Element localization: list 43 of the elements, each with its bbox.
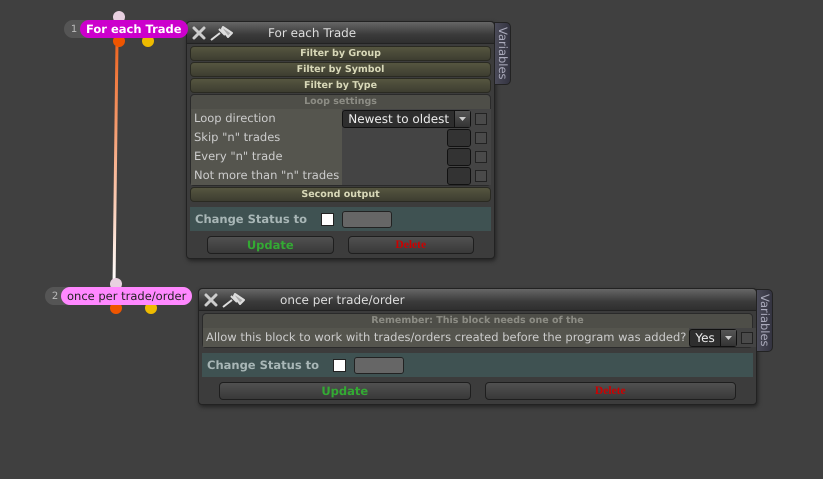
status-label: Change Status to	[195, 212, 308, 226]
checkbox[interactable]	[475, 170, 488, 182]
section-header[interactable]: Filter by Symbol	[190, 62, 491, 77]
setting-label: Allow this block to work with trades/orders created before the program was added?	[203, 328, 690, 347]
checkbox[interactable]	[475, 132, 488, 144]
setting-label: Loop direction	[191, 109, 342, 128]
section-header[interactable]: Second output	[190, 187, 491, 202]
checkbox[interactable]	[475, 112, 488, 124]
dropdown[interactable]: Newest to oldest	[342, 110, 472, 128]
caret-icon[interactable]	[724, 336, 732, 340]
status-field[interactable]	[354, 356, 404, 374]
group-header: Loop settings	[191, 95, 490, 109]
caret-icon[interactable]	[459, 116, 466, 120]
number-field[interactable]	[447, 166, 472, 184]
checkbox[interactable]	[475, 150, 488, 162]
setting-label: Not more than "n" trades	[191, 166, 342, 185]
pin-icon[interactable]	[210, 24, 234, 40]
close-icon[interactable]	[204, 292, 218, 306]
checkbox[interactable]	[333, 358, 346, 372]
node-label[interactable]: For each Trade	[80, 20, 188, 38]
setting-label: Every "n" trade	[191, 147, 342, 166]
checkbox[interactable]	[740, 332, 753, 344]
variables-tab[interactable]: Variables	[756, 289, 773, 352]
panel-title: once per trade/order	[280, 292, 405, 306]
group-header: Remember: This block needs one of the	[203, 314, 752, 328]
close-icon[interactable]	[192, 26, 206, 40]
setting-label: Skip "n" trades	[191, 128, 342, 147]
status-field[interactable]	[342, 210, 392, 228]
node-number: 1	[70, 24, 78, 34]
update-button[interactable]: Update	[219, 382, 470, 400]
panel-title: For each Trade	[268, 26, 356, 40]
node-number: 2	[50, 290, 60, 302]
section-header[interactable]: Filter by Type	[190, 78, 491, 93]
number-field[interactable]	[447, 148, 472, 166]
dropdown[interactable]: Yes	[689, 328, 737, 346]
number-field[interactable]	[447, 128, 472, 146]
checkbox[interactable]	[321, 212, 334, 226]
node-label[interactable]: once per trade/order	[61, 287, 192, 305]
pin-icon[interactable]	[222, 292, 246, 308]
variables-tab[interactable]: Variables	[494, 22, 511, 85]
status-label: Change Status to	[207, 358, 320, 372]
section-header[interactable]: Filter by Group	[190, 46, 491, 61]
update-button[interactable]: Update	[207, 236, 334, 254]
